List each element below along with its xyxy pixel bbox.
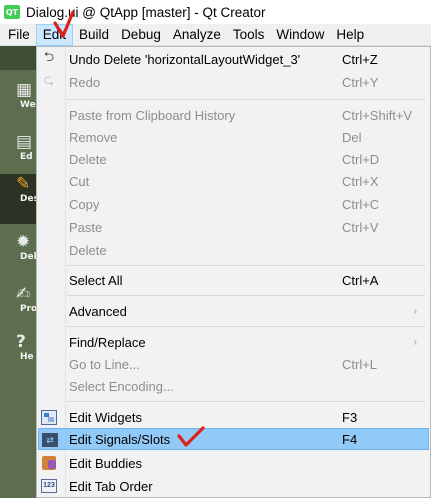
redo-shortcut: Ctrl+Y bbox=[342, 74, 379, 90]
mode-help-label: He bbox=[20, 352, 34, 362]
menu-debug[interactable]: Debug bbox=[115, 24, 167, 46]
menu-item-paste[interactable]: Paste Ctrl+V bbox=[38, 216, 429, 238]
welcome-icon: ▦ bbox=[16, 80, 33, 100]
menu-item-advanced[interactable]: Advanced › bbox=[38, 300, 429, 322]
edit-signals-slots-icon: ⇄ bbox=[41, 431, 59, 449]
mode-projects[interactable]: ✍ Proj bbox=[0, 284, 37, 330]
submenu-arrow-icon: › bbox=[413, 305, 417, 317]
menu-item-select-encoding[interactable]: Select Encoding... bbox=[38, 375, 429, 397]
mode-design[interactable]: ✎ Des bbox=[0, 174, 37, 224]
mode-welcome[interactable]: ▦ Welc bbox=[0, 80, 37, 128]
edit-signals-slots-label: Edit Signals/Slots bbox=[69, 431, 171, 447]
find-replace-label: Find/Replace bbox=[69, 334, 146, 350]
menu-item-undo[interactable]: ⮌ Undo Delete 'horizontalLayoutWidget_3'… bbox=[38, 48, 429, 70]
submenu-arrow-icon: › bbox=[413, 336, 417, 348]
undo-icon: ⮌ bbox=[43, 49, 55, 64]
projects-icon: ✍ bbox=[16, 284, 31, 304]
menu-item-delete[interactable]: Delete Ctrl+D bbox=[38, 148, 429, 170]
menu-separator bbox=[67, 99, 425, 100]
go-to-line-shortcut: Ctrl+L bbox=[342, 356, 378, 372]
debug-icon: ✹ bbox=[16, 232, 31, 252]
red-check-annotation-signals-slots bbox=[177, 426, 205, 447]
copy-shortcut: Ctrl+C bbox=[342, 196, 380, 212]
menu-item-edit-buddies[interactable]: Edit Buddies bbox=[38, 452, 429, 474]
delete-secondary-label: Delete bbox=[69, 242, 107, 258]
menu-item-copy[interactable]: Copy Ctrl+C bbox=[38, 193, 429, 215]
mode-selector-bar: ▦ Welc ▤ Ed ✎ Des ✹ Deb ✍ Proj ? He bbox=[0, 46, 37, 498]
go-to-line-label: Go to Line... bbox=[69, 356, 140, 372]
cut-label: Cut bbox=[69, 173, 90, 189]
edit-widgets-icon bbox=[40, 408, 58, 426]
undo-shortcut: Ctrl+Z bbox=[342, 51, 378, 67]
menu-item-edit-tab-order[interactable]: 123 Edit Tab Order bbox=[38, 475, 429, 497]
undo-label: Undo Delete 'horizontalLayoutWidget_3' bbox=[69, 51, 301, 67]
menu-separator bbox=[67, 265, 425, 266]
menu-separator bbox=[67, 401, 425, 402]
menu-item-edit-widgets[interactable]: Edit Widgets F3 bbox=[38, 406, 429, 428]
help-icon: ? bbox=[16, 332, 26, 352]
mode-welcome-label: Welc bbox=[20, 100, 37, 110]
redo-label: Redo bbox=[69, 74, 101, 90]
edit-icon: ▤ bbox=[16, 132, 33, 152]
menu-item-paste-clipboard-history[interactable]: Paste from Clipboard History Ctrl+Shift+… bbox=[38, 104, 429, 126]
paste-history-shortcut: Ctrl+Shift+V bbox=[342, 107, 413, 123]
menu-item-find-replace[interactable]: Find/Replace › bbox=[38, 331, 429, 353]
menu-item-cut[interactable]: Cut Ctrl+X bbox=[38, 170, 429, 192]
red-check-annotation-edit bbox=[53, 10, 75, 38]
edit-buddies-icon bbox=[40, 454, 58, 472]
menu-window[interactable]: Window bbox=[270, 24, 330, 46]
select-encoding-label: Select Encoding... bbox=[69, 378, 174, 394]
menu-tools[interactable]: Tools bbox=[227, 24, 271, 46]
edit-signals-slots-shortcut: F4 bbox=[342, 431, 358, 447]
mode-bar-top-strip bbox=[0, 46, 37, 70]
redo-icon: ⮎ bbox=[43, 72, 55, 87]
paste-history-label: Paste from Clipboard History bbox=[69, 107, 236, 123]
edit-tab-order-icon: 123 bbox=[40, 477, 58, 495]
menu-build[interactable]: Build bbox=[73, 24, 115, 46]
menu-item-select-all[interactable]: Select All Ctrl+A bbox=[38, 269, 429, 291]
mode-edit-label: Ed bbox=[20, 152, 33, 162]
delete-shortcut: Ctrl+D bbox=[342, 151, 380, 167]
mode-debug-label: Deb bbox=[20, 252, 37, 262]
menu-item-remove[interactable]: Remove Del bbox=[38, 126, 429, 148]
remove-label: Remove bbox=[69, 129, 118, 145]
edit-widgets-label: Edit Widgets bbox=[69, 409, 142, 425]
remove-shortcut: Del bbox=[342, 129, 362, 145]
menu-item-delete-secondary[interactable]: Delete bbox=[38, 239, 429, 261]
menu-file[interactable]: File bbox=[0, 24, 36, 46]
design-icon: ✎ bbox=[16, 174, 31, 194]
delete-label: Delete bbox=[69, 151, 107, 167]
menu-analyze[interactable]: Analyze bbox=[167, 24, 227, 46]
edit-tab-order-label: Edit Tab Order bbox=[69, 478, 153, 494]
menu-help[interactable]: Help bbox=[330, 24, 370, 46]
edit-buddies-label: Edit Buddies bbox=[69, 455, 142, 471]
menu-item-redo[interactable]: ⮎ Redo Ctrl+Y bbox=[38, 71, 429, 93]
mode-projects-label: Proj bbox=[20, 304, 37, 314]
menu-separator bbox=[67, 295, 425, 296]
mode-edit[interactable]: ▤ Ed bbox=[0, 132, 37, 174]
mode-debug[interactable]: ✹ Deb bbox=[0, 232, 37, 278]
menu-separator bbox=[67, 326, 425, 327]
paste-label: Paste bbox=[69, 219, 103, 235]
mode-design-label: Des bbox=[20, 194, 37, 204]
menu-item-edit-signals-slots[interactable]: ⇄ Edit Signals/Slots F4 bbox=[38, 428, 429, 450]
cut-shortcut: Ctrl+X bbox=[342, 173, 379, 189]
edit-menu-dropdown: ⮌ Undo Delete 'horizontalLayoutWidget_3'… bbox=[36, 46, 431, 498]
copy-label: Copy bbox=[69, 196, 100, 212]
edit-widgets-shortcut: F3 bbox=[342, 409, 358, 425]
qt-creator-app-icon: QT bbox=[4, 5, 20, 19]
select-all-label: Select All bbox=[69, 272, 123, 288]
advanced-label: Advanced bbox=[69, 303, 127, 319]
paste-shortcut: Ctrl+V bbox=[342, 219, 379, 235]
select-all-shortcut: Ctrl+A bbox=[342, 272, 379, 288]
menu-item-go-to-line[interactable]: Go to Line... Ctrl+L bbox=[38, 353, 429, 375]
mode-help[interactable]: ? He bbox=[0, 332, 37, 378]
